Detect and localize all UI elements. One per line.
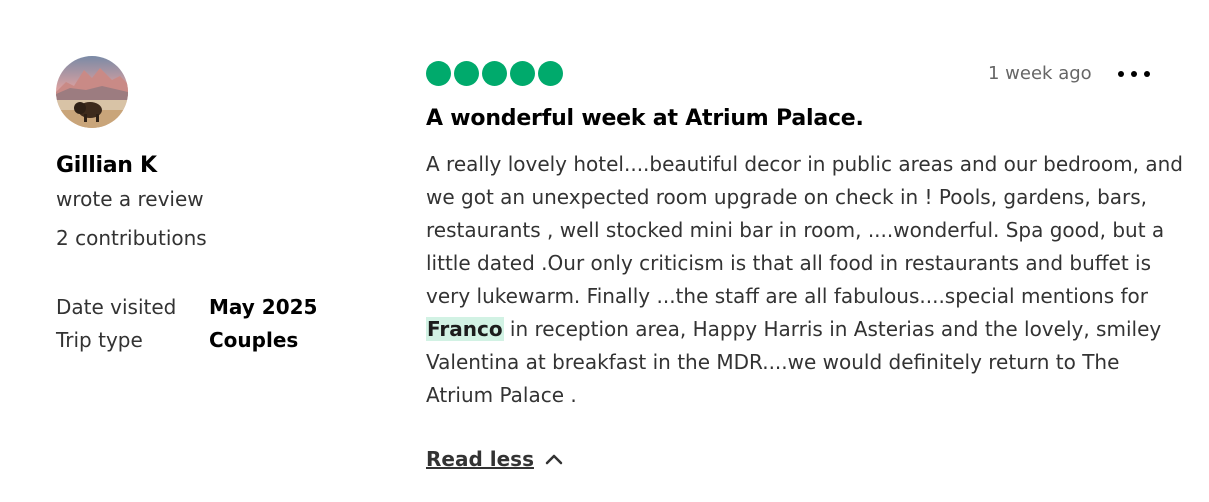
more-options-icon[interactable] [1118,64,1150,84]
date-visited-label: Date visited [56,295,177,319]
date-visited-value: May 2025 [209,295,318,319]
rating-bubbles [426,61,563,87]
dot [1131,71,1137,77]
review-body-part2: in reception area, Happy Harris in Aster… [426,317,1162,407]
review-timestamp: 1 week ago [988,63,1092,84]
read-less-label: Read less [426,447,534,471]
avatar-image [56,56,128,128]
read-less-button[interactable]: Read less [426,447,564,471]
rating-bubble-icon [454,61,479,86]
chevron-up-icon [545,454,563,465]
rating-bubble-icon [510,61,535,86]
reviewer-name[interactable]: Gillian K [56,153,157,178]
trip-type-value: Couples [209,328,299,352]
contributions-count: 2 contributions [56,226,207,250]
avatar[interactable] [56,56,128,128]
dot [1118,71,1124,77]
review-body-part1: A really lovely hotel....beautiful decor… [426,152,1183,308]
rating-bubble-icon [482,61,507,86]
highlighted-name: Franco [426,317,504,341]
dot [1144,71,1150,77]
review-title: A wonderful week at Atrium Palace. [426,106,864,131]
review-body: A really lovely hotel....beautiful decor… [426,148,1186,412]
review-action-text: wrote a review [56,187,204,211]
trip-type-label: Trip type [56,328,143,352]
rating-bubble-icon [538,61,563,86]
rating-bubble-icon [426,61,451,86]
